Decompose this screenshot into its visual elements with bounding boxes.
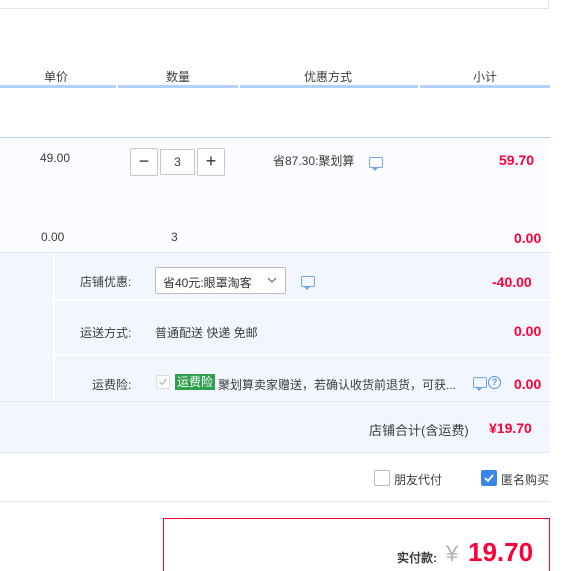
shipping-amount: 0.00 [514,323,542,339]
payment-amount: 19.70 [468,537,534,567]
gift-quantity: 3 [171,230,178,244]
section-divider [0,501,550,502]
item-unit-price: 49.00 [40,151,71,165]
shop-total-amount: ¥19.70 [489,420,532,436]
panel-divider [53,253,55,401]
payment-label: 实付款: [397,551,437,565]
gift-unit-price: 0.00 [41,230,65,244]
friend-pay-label[interactable]: 朋友代付 [394,471,442,488]
help-icon[interactable]: ? [488,376,501,389]
chat-icon[interactable] [473,377,487,391]
insurance-badge: 运费险 [175,374,216,390]
payment-summary-box: 实付款: ¥ 19.70 [163,518,550,571]
header-quantity: 数量 [166,70,191,84]
item-discount-text: 省87.30:聚划算 [273,154,355,168]
chat-icon[interactable] [369,157,383,171]
anonymous-purchase-checkbox[interactable] [481,470,497,486]
anonymous-purchase-label[interactable]: 匿名购买 [501,471,549,488]
header-subtotal: 小计 [473,70,498,84]
insurance-label: 运费险: [92,378,132,392]
check-icon [484,474,494,483]
decrease-quantity-button[interactable]: − [130,148,158,176]
quantity-stepper[interactable]: − 3 + [130,148,225,176]
friend-pay-checkbox[interactable] [374,470,390,486]
increase-quantity-button[interactable]: + [197,148,225,176]
top-panel-edge [0,0,549,9]
shop-discount-select[interactable]: 省40元:眼罩淘客 [155,267,286,294]
shop-discount-label: 店铺优惠: [80,275,132,289]
chat-icon[interactable] [301,276,315,290]
item-subtotal: 59.70 [499,152,535,168]
insurance-description: 聚划算卖家赠送，若确认收货前退货，可获... [218,378,457,392]
shipping-label: 运送方式: [80,326,132,340]
insurance-amount: 0.00 [514,376,542,392]
chevron-down-icon [267,277,277,283]
header-separator [418,84,420,88]
quantity-input[interactable]: 3 [160,149,195,175]
panel-divider [55,354,550,356]
table-header: 单价 数量 优惠方式 小计 [0,62,550,88]
currency-symbol: ¥ [446,541,459,566]
gift-subtotal: 0.00 [514,230,542,246]
header-separator [116,84,118,88]
check-icon [159,378,168,386]
header-separator [238,84,240,88]
header-discount-method: 优惠方式 [304,70,353,84]
shop-total-label: 店铺合计(含运费) [369,423,469,438]
shop-discount-select-value: 省40元:眼罩淘客 [163,276,252,290]
shop-discount-amount: -40.00 [492,274,532,290]
shipping-value: 普通配送 快递 免邮 [155,326,258,340]
panel-divider [55,299,550,301]
header-unit-price: 单价 [44,70,69,84]
insurance-checkbox [156,375,170,389]
